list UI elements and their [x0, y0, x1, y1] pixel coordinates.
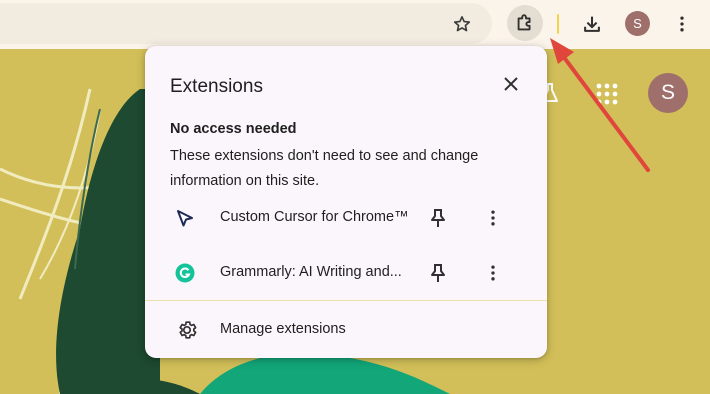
- apps-grid-icon[interactable]: [596, 83, 618, 110]
- more-vert-icon[interactable]: [483, 208, 503, 233]
- extension-row-custom-cursor[interactable]: Custom Cursor for Chrome™: [145, 196, 547, 240]
- more-vert-icon[interactable]: [483, 263, 503, 288]
- browser-toolbar: S: [0, 0, 710, 49]
- address-bar[interactable]: [0, 3, 492, 44]
- bookmark-star-icon[interactable]: [444, 6, 480, 42]
- extension-name: Custom Cursor for Chrome™: [220, 209, 409, 225]
- profile-initial: S: [633, 16, 642, 31]
- extensions-button[interactable]: [507, 5, 543, 41]
- profile-avatar-large[interactable]: S: [648, 73, 688, 113]
- extension-row-grammarly[interactable]: Grammarly: AI Writing and...: [145, 251, 547, 295]
- pin-icon[interactable]: [429, 263, 447, 288]
- download-icon[interactable]: [574, 6, 610, 42]
- toolbar-divider: [557, 14, 559, 34]
- popup-title: Extensions: [170, 76, 263, 97]
- section-heading: No access needed: [170, 121, 297, 137]
- divider: [145, 300, 547, 301]
- close-button[interactable]: [497, 70, 525, 98]
- manage-extensions-button[interactable]: Manage extensions: [145, 308, 547, 352]
- profile-avatar-small[interactable]: S: [625, 11, 650, 36]
- extensions-puzzle-icon: [517, 14, 531, 31]
- extension-name: Grammarly: AI Writing and...: [220, 264, 402, 280]
- close-icon: [504, 77, 518, 91]
- gear-icon: [176, 319, 198, 346]
- cursor-arrow-icon: [175, 208, 195, 233]
- more-vert-icon[interactable]: [664, 6, 700, 42]
- section-description: These extensions don't need to see and c…: [170, 148, 479, 189]
- pin-icon[interactable]: [429, 208, 447, 233]
- extensions-popup: Extensions No access needed These extens…: [145, 46, 547, 358]
- profile-initial-large: S: [660, 81, 675, 104]
- manage-extensions-label: Manage extensions: [220, 321, 346, 337]
- grammarly-icon: [175, 263, 195, 288]
